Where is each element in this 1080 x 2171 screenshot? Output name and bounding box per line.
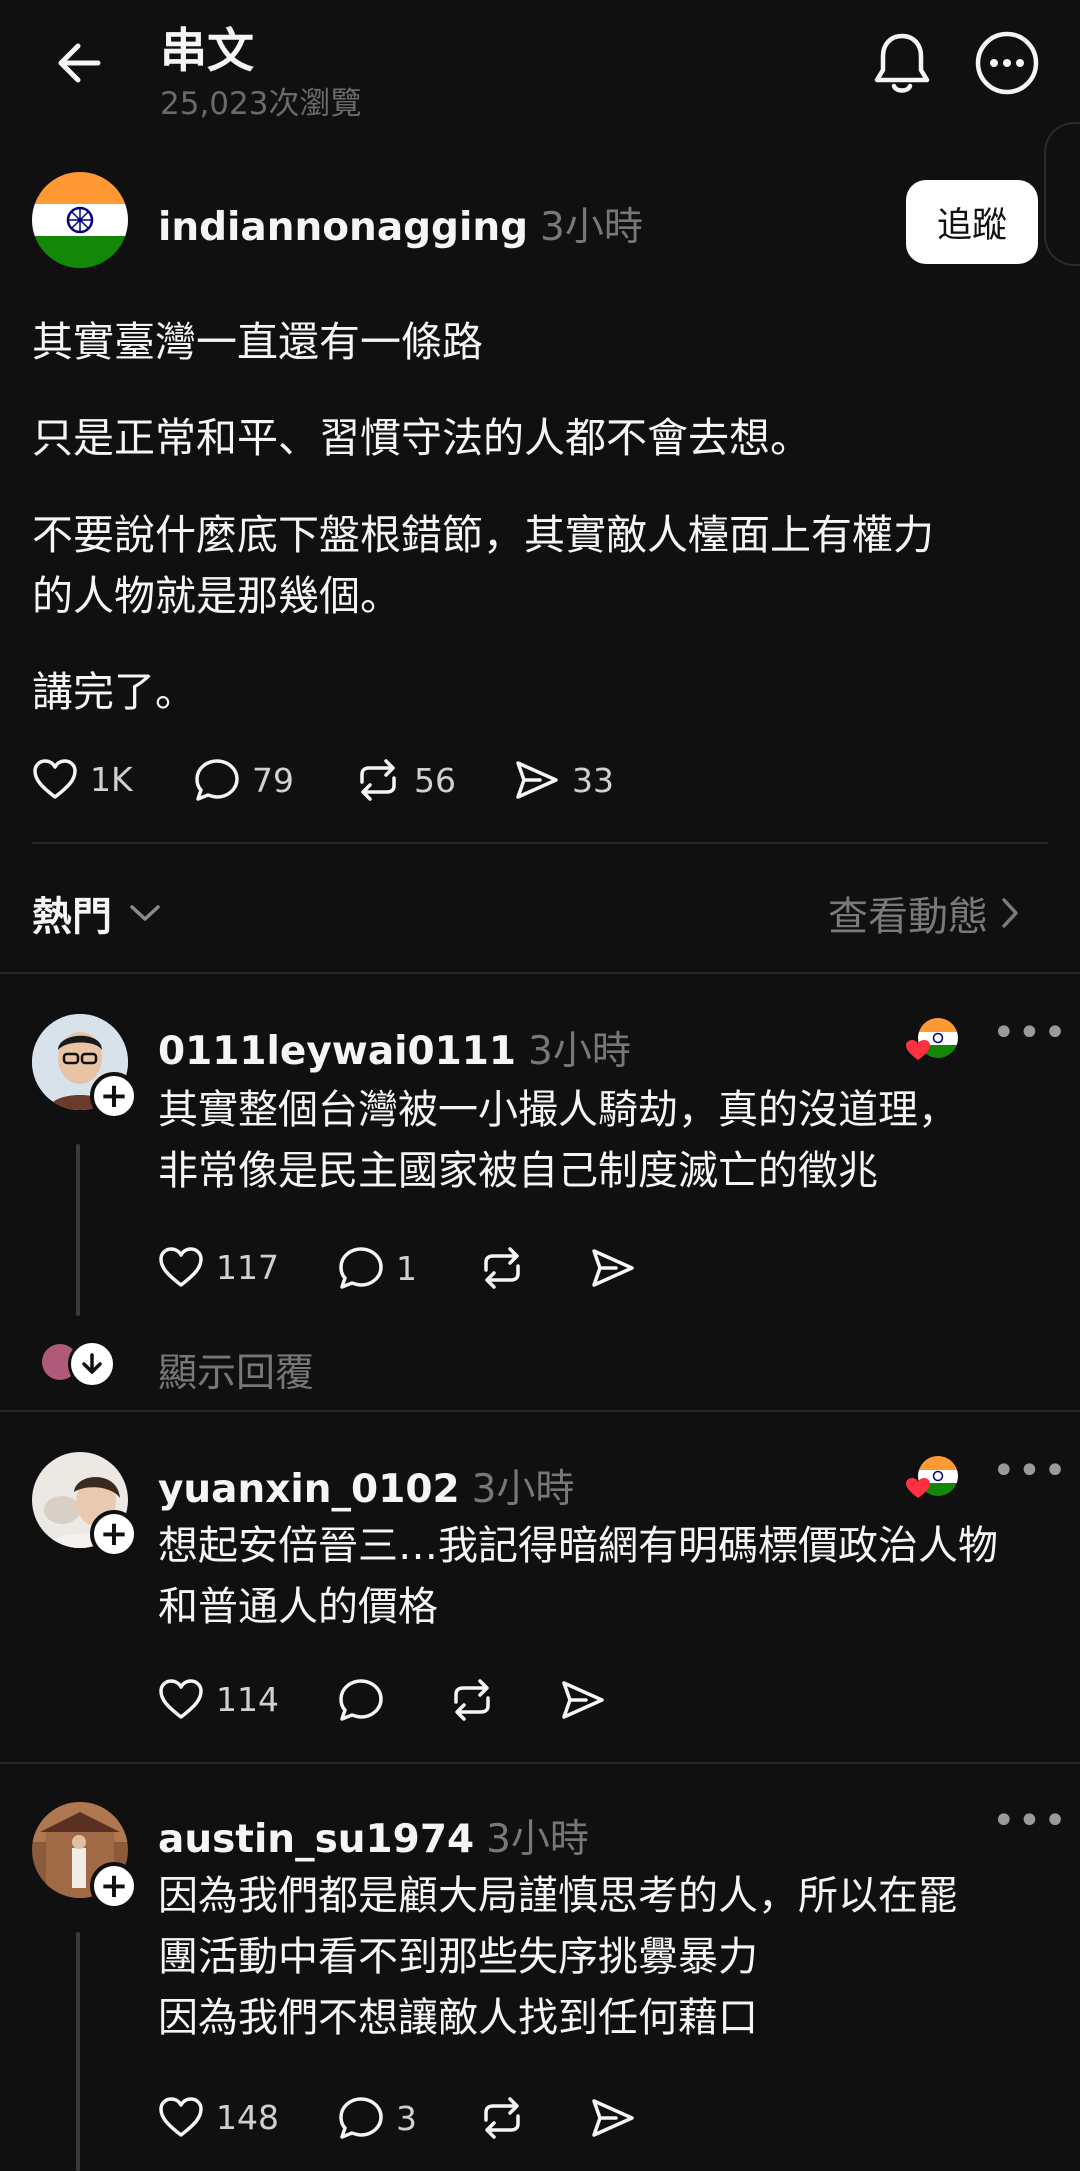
share-button[interactable]	[590, 2096, 636, 2140]
like-count: 1K	[90, 759, 133, 799]
comment-button[interactable]: 3	[338, 2096, 417, 2140]
sort-label: 熱門	[32, 894, 112, 940]
comment-icon	[195, 759, 239, 801]
back-arrow-icon[interactable]	[52, 36, 106, 90]
comment-button[interactable]	[338, 1678, 384, 1722]
comment-time: 3小時	[486, 1817, 589, 1862]
repost-button[interactable]	[478, 2096, 526, 2140]
follow-plus-icon[interactable]: +	[90, 1072, 138, 1120]
follow-button[interactable]: 追蹤	[906, 180, 1038, 264]
comment-button[interactable]: 79	[194, 758, 294, 802]
more-options-icon[interactable]: •••	[992, 1010, 1069, 1056]
post-text-line: 不要說什麼底下盤根錯節，其實敵人檯面上有權力	[32, 511, 934, 559]
like-button[interactable]: 148	[158, 2096, 279, 2138]
comment-text-line: 非常像是民主國家被自己制度滅亡的徵兆	[158, 1148, 878, 1194]
repost-icon	[484, 2097, 520, 2139]
comment-icon	[339, 2097, 383, 2139]
like-button[interactable]: 117	[158, 1246, 279, 1288]
comment-author-row: austin_su1974 3小時	[158, 1808, 589, 1864]
post-text-line: 只是正常和平、習慣守法的人都不會去想。	[32, 414, 811, 462]
view-activity-link[interactable]: 查看動態	[828, 884, 1020, 942]
post-time: 3小時	[540, 205, 643, 250]
arrow-down-icon	[68, 1340, 116, 1388]
divider	[0, 972, 1080, 974]
india-flag-icon	[32, 172, 128, 268]
share-icon	[516, 761, 558, 799]
like-count: 117	[216, 1247, 279, 1287]
post-text-line: 其實臺灣一直還有一條路	[32, 318, 483, 366]
share-icon	[592, 1249, 634, 1287]
repost-button[interactable]: 56	[354, 758, 456, 802]
like-button[interactable]: 114	[158, 1678, 279, 1720]
comment-username[interactable]: 0111leywai0111	[158, 1029, 516, 1074]
post-author-avatar[interactable]	[32, 172, 128, 268]
comment-username[interactable]: yuanxin_0102	[158, 1467, 460, 1512]
divider	[32, 842, 1048, 844]
thread-line	[76, 1144, 80, 1316]
share-icon	[562, 1681, 604, 1719]
comment-text-line: 想起安倍晉三…我記得暗網有明碼標價政治人物	[158, 1523, 998, 1569]
chevron-right-icon	[1002, 898, 1018, 928]
bell-icon[interactable]	[872, 30, 932, 96]
divider	[0, 1410, 1080, 1412]
share-button[interactable]	[560, 1678, 606, 1722]
follow-plus-icon[interactable]: +	[90, 1510, 138, 1558]
repost-count: 56	[414, 760, 456, 800]
like-count: 114	[216, 1679, 279, 1719]
divider	[0, 1762, 1080, 1764]
comment-text-line: 其實整個台灣被一小撮人騎劫，真的沒道理，	[158, 1087, 958, 1133]
more-options-icon[interactable]: •••	[992, 1448, 1069, 1494]
heart-icon	[159, 1247, 203, 1287]
show-replies-link[interactable]: 顯示回覆	[158, 1342, 314, 1398]
post-author-username[interactable]: indiannonagging	[158, 205, 528, 250]
comment-text-line: 因為我們不想讓敵人找到任何藉口	[158, 1995, 758, 2041]
share-button[interactable]: 33	[514, 758, 614, 802]
page-title: 串文	[160, 24, 254, 79]
liked-by-author-badge	[904, 1454, 960, 1506]
like-count: 148	[216, 2097, 279, 2137]
repost-button[interactable]	[448, 1678, 496, 1722]
repost-button[interactable]	[478, 1246, 526, 1290]
comment-text-line: 團活動中看不到那些失序挑釁暴力	[158, 1934, 758, 1980]
follow-plus-icon[interactable]: +	[90, 1862, 138, 1910]
liked-by-author-badge	[904, 1016, 960, 1068]
like-button[interactable]: 1K	[32, 758, 133, 800]
comment-author-row: yuanxin_0102 3小時	[158, 1458, 574, 1514]
comment-text-line: 和普通人的價格	[158, 1584, 438, 1630]
scroll-edge	[1044, 122, 1080, 266]
post-text-line: 的人物就是那幾個。	[32, 572, 401, 620]
comment-count: 79	[252, 760, 294, 800]
more-icon[interactable]	[974, 30, 1040, 96]
heart-icon	[159, 2097, 203, 2137]
comment-icon	[339, 1247, 383, 1289]
comment-button[interactable]: 1	[338, 1246, 417, 1290]
post-author-row: indiannonagging 3小時	[158, 196, 643, 252]
comment-time: 3小時	[471, 1467, 575, 1512]
share-count: 33	[572, 760, 614, 800]
repost-icon	[360, 759, 396, 801]
share-button[interactable]	[590, 1246, 636, 1290]
view-count: 25,023次瀏覽	[160, 86, 362, 122]
share-icon	[592, 2099, 634, 2137]
comment-count: 3	[396, 2098, 417, 2138]
more-options-icon[interactable]: •••	[992, 1798, 1069, 1844]
heart-icon	[33, 759, 77, 799]
heart-icon	[159, 1679, 203, 1719]
comment-author-row: 0111leywai0111 3小時	[158, 1020, 631, 1076]
repost-icon	[454, 1679, 490, 1721]
thread-line	[76, 1932, 80, 2171]
comment-time: 3小時	[528, 1029, 631, 1074]
chevron-down-icon	[130, 905, 160, 921]
view-activity-label: 查看動態	[828, 894, 988, 940]
comment-username[interactable]: austin_su1974	[158, 1817, 474, 1862]
repost-icon	[484, 1247, 520, 1289]
comment-text-line: 因為我們都是顧大局謹慎思考的人，所以在罷	[158, 1873, 958, 1919]
post-text-line: 講完了。	[32, 668, 196, 716]
sort-dropdown[interactable]: 熱門	[32, 884, 162, 942]
comment-icon	[339, 1679, 383, 1721]
comment-count: 1	[396, 1248, 417, 1288]
